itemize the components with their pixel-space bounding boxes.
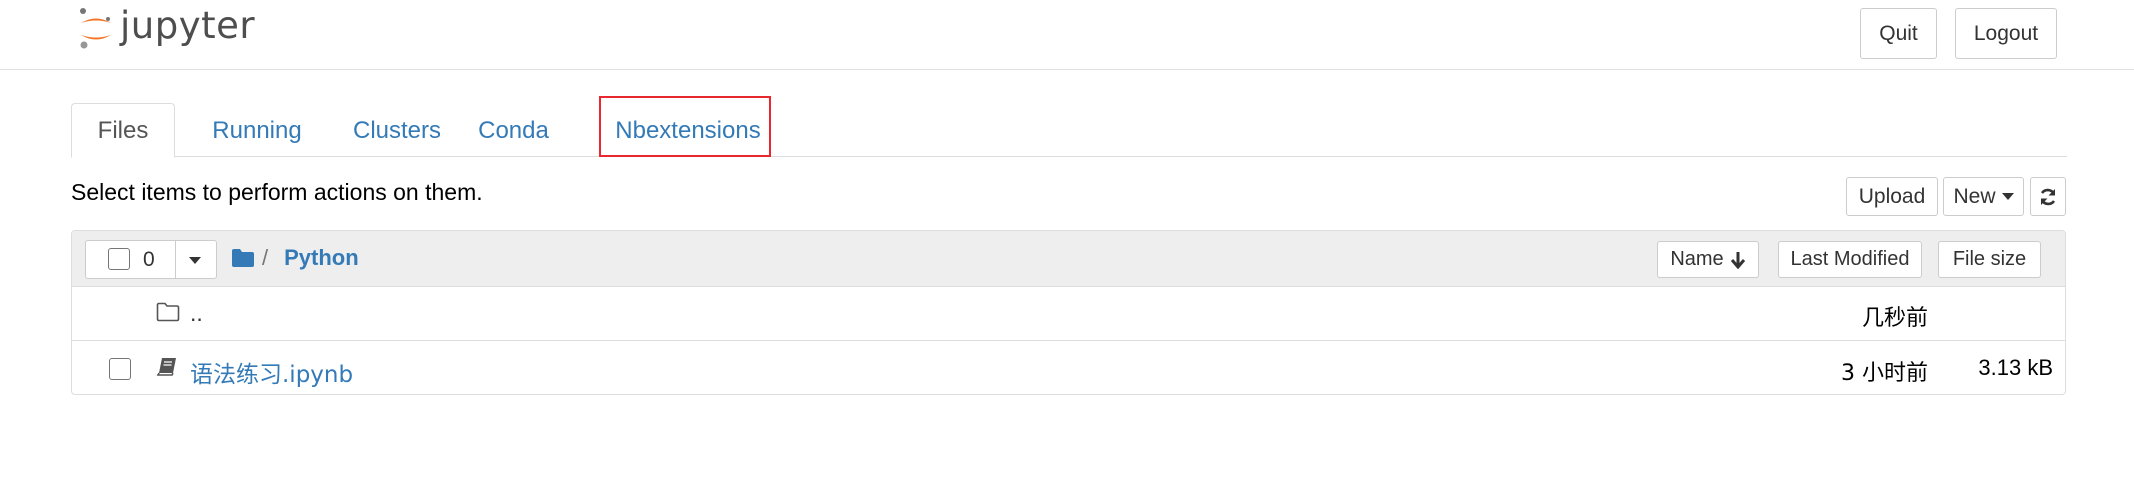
list-item-name[interactable]: .. [190, 300, 203, 327]
refresh-icon [2040, 188, 2056, 205]
tab-nbextensions[interactable]: Nbextensions [599, 103, 777, 158]
list-item-size: 3.13 kB [1978, 355, 2053, 380]
jupyter-logo-icon [80, 8, 111, 49]
folder-outline-icon [156, 302, 180, 322]
list-item-modified: 几秒前 [1861, 306, 1928, 331]
tab-conda[interactable]: Conda [471, 103, 556, 158]
list-item-modified: 3 小时前 [1841, 361, 1928, 386]
sort-by-modified-button[interactable]: Last Modified [1778, 241, 1922, 278]
select-divider [175, 241, 176, 278]
breadcrumb: / Python [232, 245, 359, 271]
jupyter-logo[interactable]: jupyter [78, 3, 256, 49]
caret-down-icon [2001, 193, 2014, 200]
new-button-label: New [1953, 184, 1996, 208]
select-caret-down-icon[interactable] [189, 257, 201, 264]
breadcrumb-current-folder[interactable]: Python [284, 245, 359, 271]
selection-hint: Select items to perform actions on them. [71, 179, 483, 205]
quit-button[interactable]: Quit [1860, 8, 1937, 59]
tab-files[interactable]: Files [71, 103, 175, 158]
folder-icon[interactable] [232, 249, 254, 267]
main-tabs: Files Running Clusters Conda Nbextension… [71, 103, 2067, 158]
sort-by-size-button[interactable]: File size [1938, 241, 2041, 278]
select-all-control[interactable]: 0 [85, 240, 217, 279]
breadcrumb-separator: / [262, 245, 269, 270]
tab-running[interactable]: Running [192, 103, 322, 158]
select-all-checkbox[interactable] [108, 248, 130, 270]
header-bar: jupyter Quit Logout [0, 0, 2134, 70]
refresh-button[interactable] [2030, 177, 2066, 216]
logout-button[interactable]: Logout [1955, 8, 2057, 59]
tab-clusters[interactable]: Clusters [337, 103, 457, 158]
new-dropdown-button[interactable]: New [1943, 177, 2024, 216]
selected-count: 0 [143, 248, 155, 271]
list-item-name[interactable]: 语法练习.ipynb [190, 355, 353, 389]
notebook-icon [156, 358, 176, 376]
logo-text: jupyter [120, 3, 256, 47]
sort-by-name-button[interactable]: Name [1657, 241, 1759, 278]
item-checkbox[interactable] [109, 358, 131, 380]
file-list-header: 0 / Python Name Last Modified File size [72, 231, 2065, 287]
list-item-parent[interactable]: .. 几秒前 [72, 287, 2065, 341]
file-list-panel: 0 / Python Name Last Modified File size … [71, 230, 2066, 395]
list-item-notebook[interactable]: 语法练习.ipynb 3 小时前 3.13 kB [72, 342, 2065, 394]
sort-name-label: Name [1670, 248, 1724, 270]
upload-button[interactable]: Upload [1846, 177, 1938, 216]
arrow-down-icon [1730, 251, 1745, 269]
